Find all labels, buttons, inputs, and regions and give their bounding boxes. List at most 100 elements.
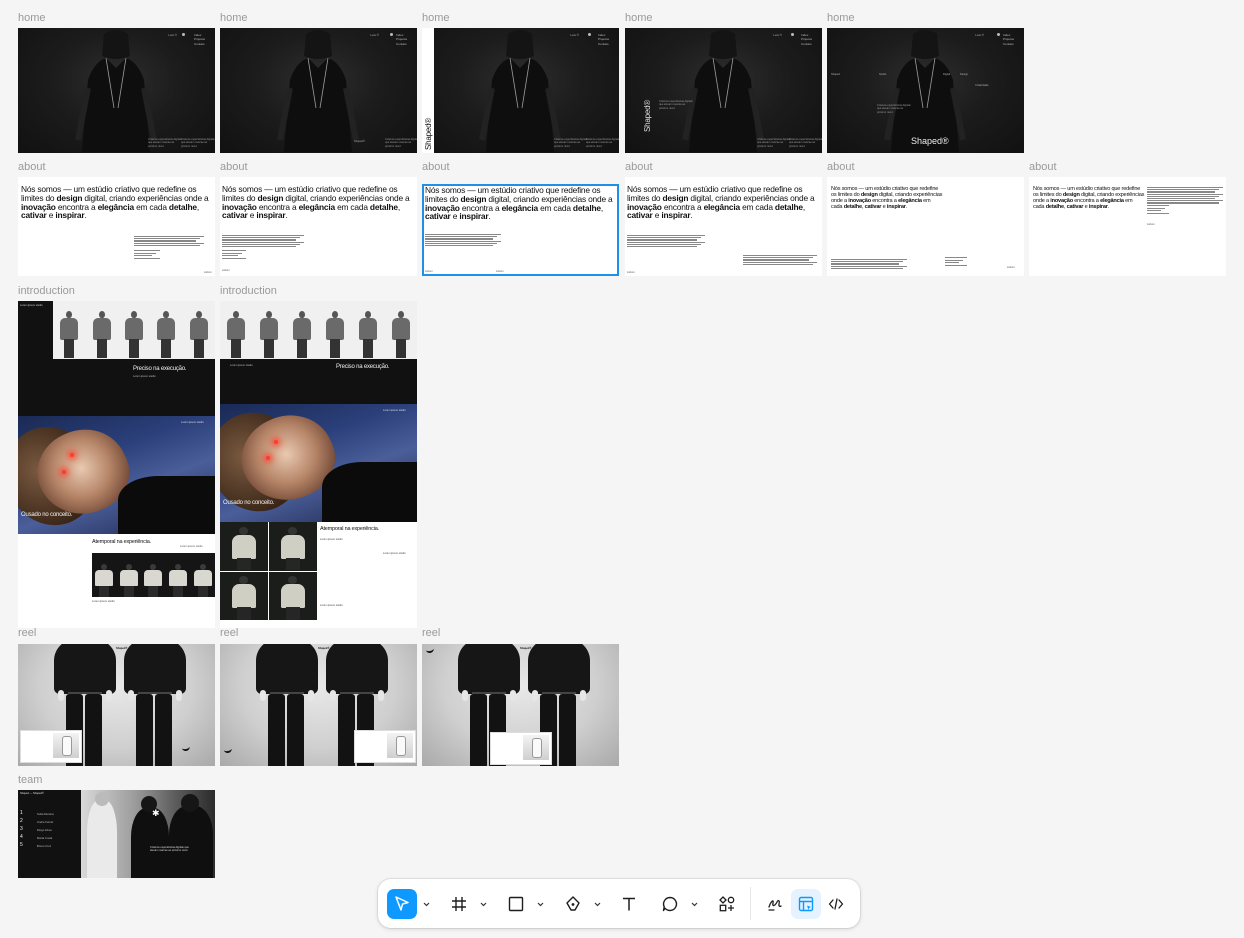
home-blurb: Criamos experiências digitais que elevam… <box>181 138 215 148</box>
chevron-down-icon[interactable] <box>592 898 602 910</box>
frame-reel-3[interactable]: Shaped® <box>422 644 619 766</box>
dev-mode-button[interactable] <box>821 889 851 919</box>
about-heading-part: detalhe <box>369 201 398 212</box>
nav-item[interactable]: Contato <box>598 42 609 46</box>
team-member-name[interactable]: Bruno Cruz <box>37 844 51 848</box>
frame-home-1[interactable]: Lets ® Index Projetos Contato Criamos ex… <box>18 28 215 153</box>
product-card[interactable] <box>20 730 82 763</box>
nav-item[interactable]: Contato <box>194 42 205 46</box>
frame-about-1[interactable]: Nós somos — um estúdio criativo que rede… <box>18 177 215 276</box>
draw-mode-button[interactable] <box>760 889 790 919</box>
chevron-down-icon[interactable] <box>478 898 488 910</box>
frame-tool-button[interactable] <box>444 889 474 919</box>
product-card[interactable] <box>354 730 416 763</box>
logo-small: Shaped® <box>354 140 365 143</box>
intro-heading-bold: Ousado no conceito. <box>21 512 73 518</box>
frame-about-3-selected[interactable]: Nós somos — um estúdio criativo que rede… <box>422 184 619 276</box>
frame-introduction-2[interactable]: Lorem ipsum studio Preciso na execução. … <box>220 301 417 628</box>
chevron-down-icon[interactable] <box>535 898 545 910</box>
product-card[interactable] <box>490 732 552 765</box>
frame-reel-1[interactable]: Shaped® <box>18 644 215 766</box>
frame-about-4[interactable]: Nós somos — um estúdio criativo que rede… <box>625 177 822 276</box>
cargo-pant <box>85 694 102 766</box>
about-heading: Nós somos — um estúdio criativo que rede… <box>222 185 414 220</box>
lets-link[interactable]: Lets ® <box>370 33 379 37</box>
team-member-name[interactable]: Diogo Alves <box>37 828 52 832</box>
move-tool-button[interactable] <box>387 889 417 919</box>
nav-item[interactable]: Contato <box>396 42 407 46</box>
frame-about-6[interactable]: Nós somos — um estúdio criativo que rede… <box>1029 177 1226 276</box>
frame-label-reel[interactable]: reel <box>422 627 440 640</box>
home-blurb: Criamos experiências digitais que elevam… <box>659 100 693 110</box>
logo-horizontal: Shaped® <box>911 136 949 146</box>
frame-about-5[interactable]: Nós somos — um estúdio criativo que rede… <box>827 177 1024 276</box>
lets-link[interactable]: Lets ® <box>975 33 984 37</box>
frame-label-home[interactable]: home <box>625 12 653 25</box>
body-text-line <box>1147 195 1219 198</box>
swoosh-icon <box>223 747 233 754</box>
comment-tool-button[interactable] <box>655 889 685 919</box>
team-member-name[interactable]: Sofia Moreira <box>37 812 54 816</box>
nav-item[interactable]: Contato <box>801 42 812 46</box>
frame-label-introduction[interactable]: introduction <box>220 285 277 298</box>
frame-label-home[interactable]: home <box>18 12 46 25</box>
about-heading-part: inspirar <box>459 211 489 222</box>
frame-label-introduction[interactable]: introduction <box>18 285 75 298</box>
home-nav: Index Projetos Contato <box>194 33 205 46</box>
chevron-down-icon[interactable] <box>421 898 431 910</box>
about-heading-part: . <box>690 210 693 221</box>
frame-label-reel[interactable]: reel <box>18 627 36 640</box>
frame-team[interactable]: Shaped — Shaped® 1 Sofia Moreira 2 Andre… <box>18 790 215 878</box>
chevron-down-icon[interactable] <box>689 898 699 910</box>
design-canvas[interactable]: home home home home home Lets ® Index Pr… <box>0 0 1244 938</box>
frame-about-2[interactable]: Nós somos — um estúdio criativo que rede… <box>220 177 417 276</box>
garment-lineup-image <box>53 301 215 359</box>
frame-reel-2[interactable]: Shaped® <box>220 644 417 766</box>
nav-item[interactable]: Contato <box>1003 42 1014 46</box>
frame-label-home[interactable]: home <box>827 12 855 25</box>
body-text-line <box>222 239 296 241</box>
lets-link[interactable]: Lets ® <box>570 33 579 37</box>
actions-tool-button[interactable] <box>712 889 742 919</box>
about-heading-part: elegância <box>97 201 135 212</box>
black-hoodie <box>124 644 186 694</box>
design-mode-button[interactable] <box>791 889 821 919</box>
cursor-arrow-icon <box>395 896 409 911</box>
frame-label-about[interactable]: about <box>422 161 450 174</box>
pen-tool-button[interactable] <box>558 889 588 919</box>
team-member-name[interactable]: Marta Costa <box>37 836 52 840</box>
frame-label-team[interactable]: team <box>18 774 42 787</box>
about-heading-part: em cada <box>334 201 370 212</box>
frame-home-2[interactable]: Lets ® Index Projetos Contato Shaped® Cr… <box>220 28 417 153</box>
frame-label-about[interactable]: about <box>1029 161 1057 174</box>
lets-link[interactable]: Lets ® <box>773 33 782 37</box>
about-heading-part: . <box>488 211 491 222</box>
body-text-line <box>831 261 903 263</box>
frame-label-about[interactable]: about <box>220 161 248 174</box>
intro-small-text: Lorem ipsum studio <box>92 600 115 603</box>
frame-home-3[interactable]: Shaped® Lets ® Index Projetos Contato Cr… <box>422 28 619 153</box>
cargo-pant <box>155 694 172 766</box>
text-tool-button[interactable] <box>614 889 644 919</box>
lets-link[interactable]: Lets ® <box>168 33 177 37</box>
body-text-line <box>222 255 238 257</box>
about-heading-part: elegância <box>501 202 539 213</box>
frame-label-home[interactable]: home <box>220 12 248 25</box>
mannequin-hand <box>308 690 314 701</box>
frame-label-about[interactable]: about <box>18 161 46 174</box>
body-text-line <box>222 241 304 243</box>
intro-heading-timeless: Atemporal na experiência. <box>320 526 379 532</box>
team-number: 3 <box>20 826 23 832</box>
frame-label-about[interactable]: about <box>625 161 653 174</box>
rectangle-tool-button[interactable] <box>501 889 531 919</box>
frame-label-home[interactable]: home <box>422 12 450 25</box>
code-brackets-icon <box>828 898 844 910</box>
frame-label-reel[interactable]: reel <box>220 627 238 640</box>
frame-introduction-1[interactable]: Lorem ipsum studio Preciso na execução. … <box>18 301 215 628</box>
team-member-name[interactable]: Andre Ferraz <box>37 820 53 824</box>
frame-home-4[interactable]: Shaped® Criamos experiências digitais qu… <box>625 28 822 153</box>
frame-home-5[interactable]: Shaped Studio Digital Design Criatividad… <box>827 28 1024 153</box>
about-heading-part: inspirar <box>661 210 691 221</box>
circle-icon <box>997 33 1000 36</box>
frame-label-about[interactable]: about <box>827 161 855 174</box>
